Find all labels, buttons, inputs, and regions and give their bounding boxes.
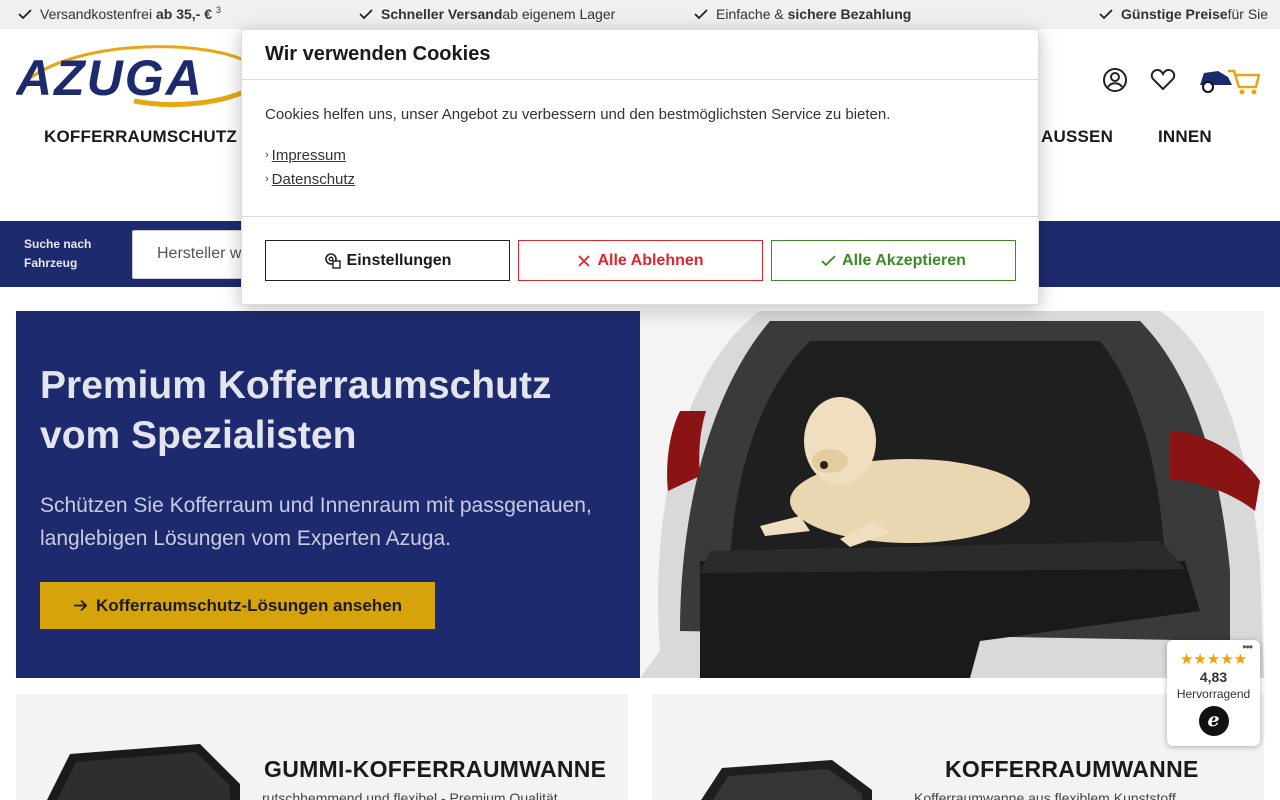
check-icon	[821, 254, 836, 266]
hero-cta-button[interactable]: Kofferraumschutz-Lösungen ansehen	[40, 582, 436, 629]
svg-text:AZUGA: AZUGA	[16, 50, 204, 106]
check-icon	[694, 9, 708, 20]
cart-button[interactable]	[1198, 63, 1260, 97]
user-icon	[1103, 68, 1127, 92]
cookie-links: › Impressum › Datenschutz	[265, 143, 1015, 191]
cart-icon	[1200, 69, 1260, 95]
nav-item-kofferraumschutz[interactable]: KOFFERRAUMSCHUTZ	[44, 127, 237, 147]
usp-text: Versandkostenfrei	[40, 6, 153, 22]
usp-bold: ab 35,- €	[155, 6, 212, 22]
cookie-buttons: Einstellungen Alle Ablehnen Alle Akzepti…	[265, 240, 1024, 281]
card-subtitle: rutschhemmend und flexibel - Premium Qua…	[262, 790, 558, 800]
usp-text: für Sie	[1227, 6, 1269, 22]
usp-payment: Einfache & sichere Bezahlung	[694, 6, 911, 22]
check-icon	[1099, 9, 1113, 20]
cookie-text: Cookies helfen uns, unser Angebot zu ver…	[265, 106, 891, 123]
cookie-accept-all-button[interactable]: Alle Akzeptieren	[771, 240, 1016, 281]
cookie-reject-all-button[interactable]: Alle Ablehnen	[518, 240, 763, 281]
check-icon	[18, 9, 32, 20]
usp-free-shipping: Versandkostenfrei ab 35,- € 3	[18, 5, 222, 22]
vehicle-search-label: Suche nach Fahrzeug	[24, 237, 92, 270]
arrow-right-icon	[74, 599, 88, 612]
cookie-body: Cookies helfen uns, unser Angebot zu ver…	[242, 80, 1038, 217]
card-subtitle: Kofferraumwanne aus flexiblem Kunststoff	[914, 790, 1176, 800]
wishlist-button[interactable]	[1150, 68, 1176, 92]
cookie-accept-label: Alle Akzeptieren	[842, 251, 966, 269]
header-actions	[1080, 63, 1260, 97]
trusted-shops-badge[interactable]: ••• ★★★★★ 4,83 Hervorragend e	[1167, 640, 1260, 746]
usp-fast-shipping: Schneller Versand ab eigenem Lager	[359, 6, 615, 22]
logo-icon: AZUGA	[14, 45, 256, 107]
cookie-reject-label: Alle Ablehnen	[597, 251, 704, 269]
usp-bold: Schneller Versand	[381, 6, 503, 22]
usp-bold: Günstige Preise	[1121, 6, 1228, 22]
heart-icon	[1150, 68, 1176, 91]
cookie-dialog: Wir verwenden Cookies Cookies helfen uns…	[241, 29, 1039, 305]
cookie-title: Wir verwenden Cookies	[242, 30, 1038, 80]
hero-image	[640, 311, 1264, 678]
datenschutz-link-label: Datenschutz	[271, 170, 356, 188]
card-title: GUMMI-KOFFERRAUMWANNE	[264, 756, 607, 782]
hero-panel: Premium Kofferraumschutz vom Spezialiste…	[16, 311, 640, 678]
car-trunk-dog-image	[640, 311, 1264, 678]
usp-bold: sichere Bezahlung	[787, 6, 912, 22]
datenschutz-link[interactable]: › Datenschutz	[265, 167, 1015, 191]
cookie-settings-button[interactable]: Einstellungen	[265, 240, 510, 281]
rating-score: 4,83	[1199, 669, 1228, 685]
impressum-link[interactable]: › Impressum	[265, 143, 1015, 167]
usp-text: ab eigenem Lager	[502, 6, 616, 22]
rubber-trunk-tray-image	[47, 744, 240, 800]
rating-label: Hervorragend	[1176, 687, 1251, 701]
impressum-link-label: Impressum	[271, 146, 346, 164]
card-title: KOFFERRAUMWANNE	[945, 756, 1199, 782]
usp-bar: Versandkostenfrei ab 35,- € 3 Schneller V…	[0, 0, 1280, 29]
chevron-right-icon: ›	[265, 173, 269, 185]
usp-text: Einfache &	[716, 6, 784, 22]
settings-gear-icon	[324, 253, 341, 269]
nav-item-aussen[interactable]: AUSSEN	[1041, 127, 1113, 147]
chevron-right-icon: ›	[265, 149, 269, 161]
account-button[interactable]	[1102, 67, 1128, 93]
category-card-gummi[interactable]: GUMMI-KOFFERRAUMWANNE rutschhemmend und …	[16, 694, 628, 800]
check-icon	[359, 9, 373, 20]
hero-subtitle: Schützen Sie Kofferraum und Innenraum mi…	[40, 494, 592, 550]
site-logo[interactable]: AZUGA	[14, 43, 256, 109]
usp-footnote: 3	[216, 5, 222, 15]
usp-prices: Günstige Preise für Sie	[1099, 6, 1268, 22]
cookie-settings-label: Einstellungen	[346, 251, 452, 269]
close-icon	[578, 254, 591, 267]
hero-title: Premium Kofferraumschutz vom Spezialiste…	[40, 364, 552, 457]
nav-item-innen[interactable]: INNEN	[1158, 127, 1212, 147]
more-options-icon[interactable]: •••	[1242, 640, 1253, 654]
hero-cta-label: Kofferraumschutz-Lösungen ansehen	[96, 595, 403, 615]
trunk-tray-image	[701, 760, 872, 800]
trusted-shops-logo: e	[1198, 706, 1229, 736]
